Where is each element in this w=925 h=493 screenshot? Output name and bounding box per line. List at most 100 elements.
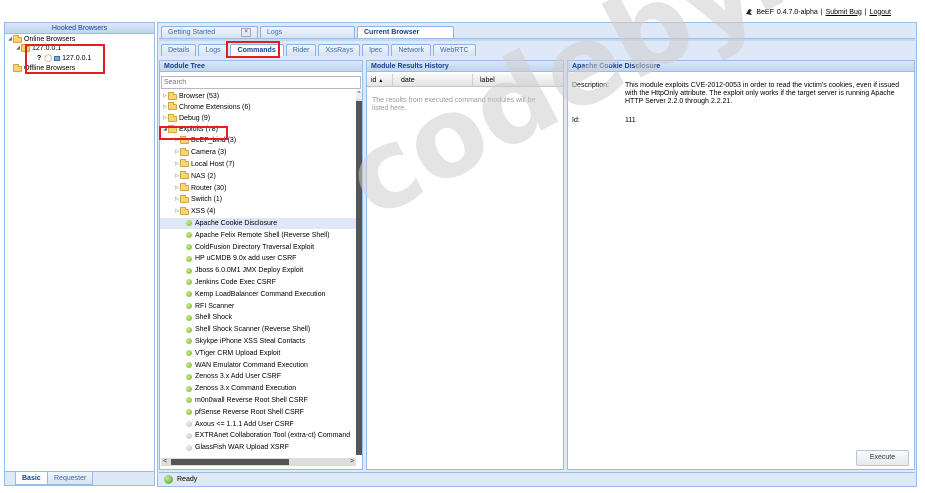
tree-horizontal-scrollbar[interactable]: < > — [161, 458, 356, 466]
tree-folder-chrome-extensions[interactable]: ▷ Chrome Extensions (6) — [160, 101, 356, 113]
close-icon[interactable]: × — [241, 28, 251, 37]
module-status-icon — [186, 409, 192, 416]
subtab-ipec[interactable]: Ipec — [362, 44, 390, 56]
tree-module-item[interactable]: pfSense Reverse Root Shell CSRF — [160, 406, 356, 418]
results-empty-text: The results from executed command module… — [372, 97, 536, 112]
h-scroll-thumb[interactable] — [171, 459, 289, 465]
folder-icon — [13, 34, 22, 43]
tree-subfolder[interactable]: ▷ Local Host (7) — [160, 159, 356, 171]
hooked-browser-entry[interactable]: ? ◯ 127.0.0.1 — [5, 53, 154, 64]
tree-subfolder-label: Router (30) — [191, 184, 227, 192]
tree-subfolder[interactable]: ▷ Router (30) — [160, 182, 356, 194]
tree-folder-browser[interactable]: ▷ Browser (53) — [160, 92, 356, 101]
tree-module-item[interactable]: WAN Emulator Command Execution — [160, 359, 356, 371]
module-status-icon — [186, 444, 192, 451]
id-value: 111 — [625, 117, 636, 124]
tree-subfolder-label: Local Host (7) — [191, 160, 235, 168]
scroll-right-icon[interactable]: > — [348, 458, 356, 466]
module-status-icon — [186, 232, 192, 239]
module-status-icon — [186, 326, 192, 333]
tree-module-item[interactable]: Jboss 6.0.0M1 JMX Deploy Exploit — [160, 265, 356, 277]
tab-requester[interactable]: Requester — [47, 472, 94, 485]
tree-module-item[interactable]: GlassFish WAR Upload XSRF — [160, 442, 356, 454]
offline-browsers-node[interactable]: Offline Browsers — [5, 63, 154, 73]
module-status-icon — [186, 432, 192, 439]
tree-module-item[interactable]: RFI Scanner — [160, 300, 356, 312]
tree-module-item[interactable]: ColdFusion Directory Traversal Exploit — [160, 241, 356, 253]
subtab-commands[interactable]: Commands — [229, 44, 284, 56]
tab-current-browser[interactable]: Current Browser — [357, 26, 454, 38]
scroll-up-icon[interactable]: ^ — [356, 91, 362, 99]
tree-folder-label: Chrome Extensions (6) — [179, 103, 251, 111]
description-value: This module exploits CVE-2012-0053 in or… — [625, 82, 900, 105]
tree-module-item[interactable]: Shell Shock Scanner (Reverse Shell) — [160, 324, 356, 336]
submit-bug-link[interactable]: Submit Bug — [826, 9, 862, 16]
tree-subfolder[interactable]: ▷ XSS (4) — [160, 206, 356, 218]
tree-module-item[interactable]: Axous <= 1.1.1 Add User CSRF — [160, 418, 356, 430]
module-status-icon — [186, 244, 192, 251]
tree-module-item[interactable]: HP uCMDB 9.0x add user CSRF — [160, 253, 356, 265]
main-tabbar: Getting Started × Logs Current Browser — [161, 26, 911, 38]
host-folder-label: 127.0.0.1 — [32, 45, 62, 52]
tree-folder-label: Browser (53) — [179, 93, 220, 100]
tree-module-label: pfSense Reverse Root Shell CSRF — [195, 408, 304, 416]
sort-asc-icon: ▲ — [378, 78, 384, 84]
tree-module-label: m0n0wall Reverse Root Shell CSRF — [195, 396, 308, 404]
tree-module-item[interactable]: EXTRAnet Collaboration Tool (extra-ct) C… — [160, 430, 356, 442]
tab-basic[interactable]: Basic — [15, 472, 48, 485]
tree-module-item[interactable]: Apache Cookie Disclosure — [160, 217, 356, 230]
tree-module-item[interactable]: Kemp LoadBalancer Command Execution — [160, 288, 356, 300]
tree-module-item[interactable]: Shell Shock — [160, 312, 356, 324]
subtab-logs[interactable]: Logs — [198, 44, 228, 56]
tree-module-item[interactable]: Apache Felix Remote Shell (Reverse Shell… — [160, 229, 356, 241]
folder-icon — [180, 206, 189, 215]
col-date[interactable]: date — [401, 77, 415, 84]
tree-folder-exploits[interactable]: ◢ Exploits (78) — [160, 124, 356, 135]
tree-module-label: ColdFusion Directory Traversal Exploit — [195, 243, 315, 251]
scroll-thumb[interactable] — [356, 101, 362, 455]
tree-module-item[interactable]: Jenkins Code Exec CSRF — [160, 277, 356, 289]
module-status-icon — [186, 291, 192, 298]
tree-subfolder[interactable]: ▷ NAS (2) — [160, 170, 356, 182]
tree-module-item[interactable]: Skykpe iPhone XSS Steal Contacts — [160, 336, 356, 348]
tab-logs-main[interactable]: Logs — [260, 26, 355, 38]
tree-module-label: Shell Shock Scanner (Reverse Shell) — [195, 326, 311, 334]
subtab-rider[interactable]: Rider — [285, 44, 317, 56]
online-browsers-node[interactable]: ◢ Online Browsers — [5, 34, 154, 44]
execute-button[interactable]: Execute — [856, 450, 909, 466]
tree-module-item[interactable]: m0n0wall Reverse Root Shell CSRF — [160, 395, 356, 407]
tree-folder-label: Debug (9) — [179, 115, 211, 122]
tree-module-item[interactable]: Zenoss 3.x Add User CSRF — [160, 371, 356, 383]
tree-module-label: Jenkins Code Exec CSRF — [195, 278, 276, 286]
ready-check-icon — [164, 475, 173, 484]
logout-link[interactable]: Logout — [870, 9, 891, 16]
module-status-icon — [186, 350, 192, 357]
tree-module-item[interactable]: VTiger CRM Upload Exploit — [160, 347, 356, 359]
host-folder-node[interactable]: ◢ 127.0.0.1 — [5, 43, 154, 53]
results-history-title: Module Results History — [367, 61, 563, 72]
subtab-xssrays[interactable]: XssRays — [318, 44, 361, 56]
module-status-icon — [186, 267, 192, 274]
module-search-input[interactable] — [161, 76, 361, 89]
tree-module-label: Apache Felix Remote Shell (Reverse Shell… — [195, 231, 330, 239]
col-label[interactable]: label — [480, 77, 495, 84]
col-id[interactable]: id ▲ — [371, 77, 383, 84]
tree-module-label: Axous <= 1.1.1 Add User CSRF — [195, 420, 294, 428]
tree-subfolder[interactable]: ▷ Switch (1) — [160, 194, 356, 206]
tree-vertical-scrollbar[interactable]: ^ — [356, 91, 362, 455]
tree-folder-debug[interactable]: ▷ Debug (9) — [160, 113, 356, 124]
subtab-network[interactable]: Network — [391, 44, 431, 56]
tree-module-item[interactable]: Zenoss 3.x Command Execution — [160, 383, 356, 395]
tree-module-label: HP uCMDB 9.0x add user CSRF — [195, 255, 297, 263]
subtab-webrtc[interactable]: WebRTC — [433, 44, 476, 56]
monitor-icon — [54, 56, 61, 61]
subtab-details[interactable]: Details — [161, 44, 197, 56]
module-detail-panel: Apache Cookie Disclosure Description: Th… — [567, 60, 915, 470]
status-text: Ready — [177, 476, 198, 483]
module-status-icon — [186, 303, 192, 310]
scroll-left-icon[interactable]: < — [161, 458, 169, 466]
tree-subfolder[interactable]: ▷ BeEF_bind (3) — [160, 135, 356, 147]
tab-strip-divider — [159, 38, 915, 41]
tab-getting-started[interactable]: Getting Started × — [161, 26, 258, 38]
tree-subfolder[interactable]: ▷ Camera (3) — [160, 147, 356, 159]
